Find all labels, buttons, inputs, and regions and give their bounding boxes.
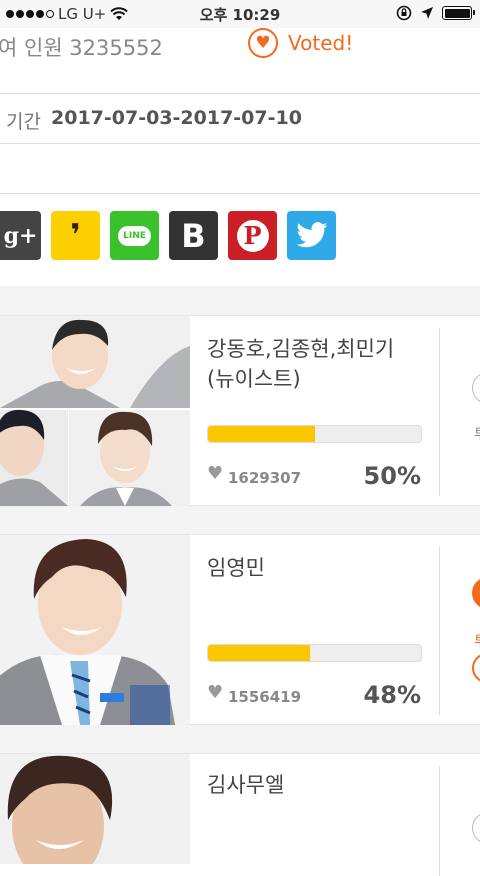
candidate-card[interactable]: 김사무엘 [0, 753, 480, 876]
candidate-name: 강동호,김종현,최민기(뉴이스트) [207, 337, 395, 391]
divider [439, 766, 440, 876]
period-row: 기간 2017-07-03-2017-07-10 [0, 95, 480, 144]
pinterest-share-button[interactable]: P [228, 211, 277, 260]
empty-row [0, 145, 480, 194]
vote-progress-fill [208, 645, 311, 661]
period-value: 2017-07-03-2017-07-10 [51, 107, 302, 129]
twitter-icon [295, 221, 327, 247]
vote-percent: 48% [363, 681, 421, 709]
candidate-photo [0, 535, 190, 725]
section-divider [0, 724, 480, 754]
heart-icon: ♥ [207, 682, 224, 703]
vote-button[interactable] [472, 812, 480, 844]
section-divider [0, 505, 480, 535]
vote-label: 투 [474, 631, 480, 651]
vote-button-selected[interactable] [472, 577, 480, 609]
voted-indicator [472, 653, 480, 683]
vote-count: 1629307 [228, 469, 302, 487]
line-share-button[interactable]: LINE [110, 211, 159, 260]
voted-status: ♥ Voted! [248, 28, 353, 58]
google-plus-share-button[interactable]: g+ [0, 211, 41, 260]
band-share-button[interactable]: B [169, 211, 218, 260]
candidate-card[interactable]: 임영민 ♥ 1556419 48% 투 [0, 534, 480, 725]
divider [439, 547, 440, 715]
heart-icon: ♥ [248, 28, 278, 58]
vote-progress-bar [207, 644, 422, 662]
vote-count: 1556419 [228, 688, 302, 706]
period-label: 기간 [6, 111, 41, 133]
vote-button[interactable] [472, 372, 480, 404]
kakaostory-share-button[interactable]: ❜ [51, 211, 100, 260]
vote-progress-fill [208, 426, 315, 442]
twitter-share-button[interactable] [287, 211, 336, 260]
vote-percent: 50% [363, 462, 421, 490]
vote-progress-bar [207, 425, 422, 443]
status-bar: LG U+ 오후 10:29 [0, 0, 480, 28]
heart-icon: ♥ [207, 463, 224, 484]
candidate-card[interactable]: 강동호,김종현,최민기(뉴이스트) ♥ 1629307 50% 투 [0, 315, 480, 506]
google-plus-icon: g+ [3, 222, 38, 249]
candidate-name: 김사무엘 [207, 773, 285, 797]
divider [439, 328, 440, 496]
candidate-photo [0, 316, 190, 506]
voted-label: Voted! [288, 31, 354, 55]
battery-icon [442, 6, 475, 20]
location-arrow-icon [421, 7, 433, 19]
section-divider [0, 286, 480, 316]
participants-row: 여 인원 3235552 ♥ Voted! [0, 28, 480, 94]
rotation-lock-icon [396, 5, 412, 21]
candidate-photo [0, 754, 190, 864]
line-icon: LINE [118, 225, 151, 246]
pinterest-icon: P [236, 219, 269, 252]
kakaostory-icon: ❜ [70, 218, 81, 253]
candidate-name: 임영민 [207, 556, 265, 580]
participants-count: 여 인원 3235552 [0, 36, 163, 60]
band-icon: B [181, 216, 206, 255]
vote-label: 투 [474, 424, 480, 444]
status-icons [396, 5, 475, 21]
share-buttons: g+ ❜ LINE B P [0, 211, 336, 261]
